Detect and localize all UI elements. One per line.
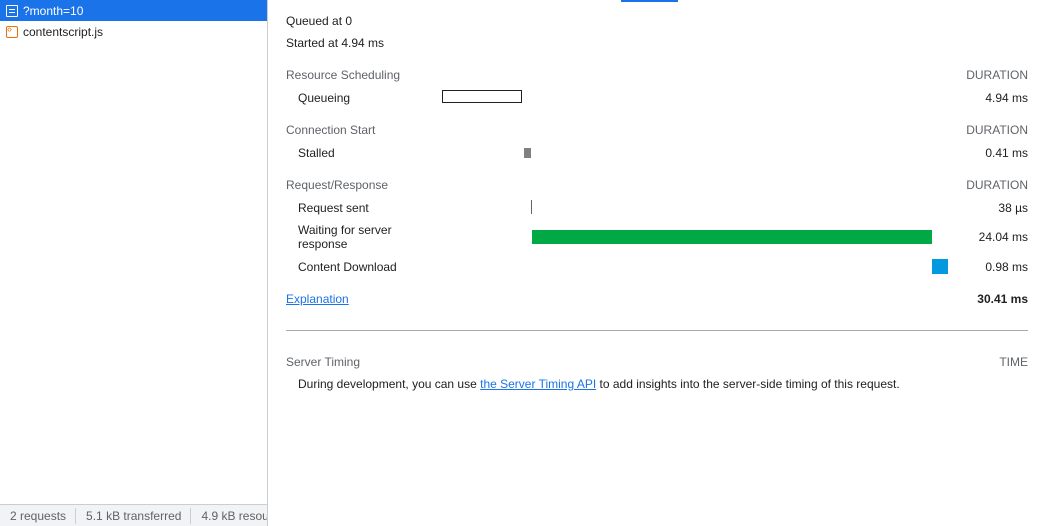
request-name: contentscript.js [23,24,104,39]
server-timing-api-link[interactable]: the Server Timing API [480,377,596,391]
request-list-panel: ?month=10 contentscript.js 2 requests 5.… [0,0,268,526]
section-title-connection-start: Connection Start [286,123,376,137]
waiting-bar [532,230,932,244]
queueing-bar [442,90,522,103]
server-timing-text-after: to add insights into the server-side tim… [596,377,900,391]
content-download-bar [932,259,948,274]
stalled-bar [524,148,531,158]
phase-label-queueing: Queueing [298,91,351,105]
section-title-resource-scheduling: Resource Scheduling [286,68,401,82]
queued-at-text: Queued at 0 [286,14,353,28]
request-sent-bar [531,200,532,214]
phase-value-waiting: 24.04 ms [978,230,1028,244]
duration-header: DURATION [966,68,1028,82]
request-name: ?month=10 [23,3,84,18]
timing-panel: Queued at 0 Started at 4.94 ms Resource … [270,0,1041,526]
phase-label-content-download: Content Download [298,260,397,274]
active-tab-indicator [621,0,678,2]
time-header: TIME [999,355,1028,369]
request-count: 2 requests [0,507,77,524]
total-duration: 30.41 ms [977,292,1028,306]
phase-label-stalled: Stalled [298,146,335,160]
server-timing-message: During development, you can use the Serv… [298,377,900,391]
script-icon [6,24,18,38]
phase-label-waiting: Waiting for server response [298,223,392,251]
duration-header: DURATION [966,178,1028,192]
document-icon [6,4,18,17]
phase-label-request-sent: Request sent [298,201,369,215]
resources-size: 4.9 kB resou [201,508,267,523]
server-timing-text-before: During development, you can use [298,377,481,391]
request-row-month[interactable]: ?month=10 [0,0,267,21]
phase-value-content-download: 0.98 ms [985,260,1028,274]
started-at-text: Started at 4.94 ms [286,36,385,50]
section-title-request-response: Request/Response [286,178,389,192]
section-divider [286,330,1028,331]
phase-value-queueing: 4.94 ms [985,91,1028,105]
request-row-contentscript[interactable]: contentscript.js [0,21,267,42]
phase-value-stalled: 0.41 ms [985,146,1028,160]
transferred-size: 5.1 kB transferred [76,507,192,524]
explanation-link[interactable]: Explanation [286,292,349,306]
phase-value-request-sent: 38 µs [998,201,1028,215]
section-title-server-timing: Server Timing [286,355,361,369]
duration-header: DURATION [966,123,1028,137]
network-summary-bar: 2 requests 5.1 kB transferred 4.9 kB res… [0,504,267,526]
